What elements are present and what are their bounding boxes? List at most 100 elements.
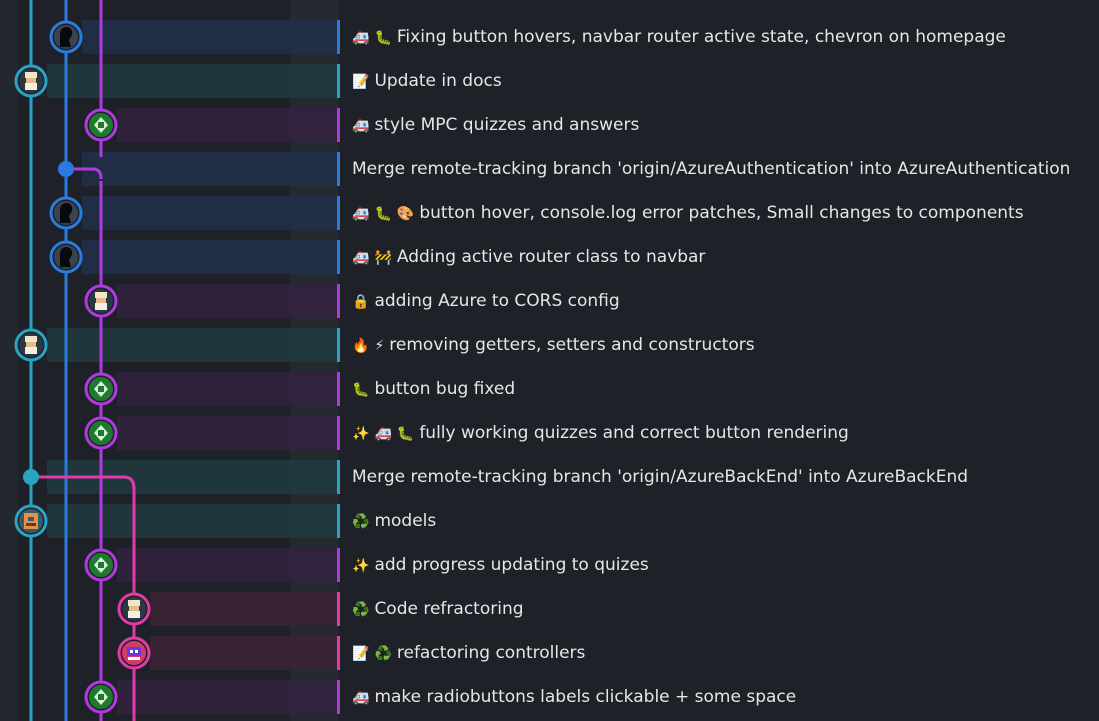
commit-row-accent [337,328,340,362]
commit-row-highlight [150,592,338,626]
commit-row[interactable]: ♻️ models [352,504,1097,538]
pattern-icon [98,430,104,436]
hair-icon [95,292,107,298]
commit-row-accent [337,108,340,142]
commit-row-accent [337,504,340,538]
commit-message: add progress updating to quizes [374,555,649,575]
commit-row-highlight [82,240,338,274]
commit-row[interactable]: ✨ 🚑 🐛 fully working quizzes and correct but… [352,416,1097,450]
commit-message: Merge remote-tracking branch 'origin/Azu… [352,467,969,487]
commit-message: style MPC quizzes and answers [374,115,640,135]
commit-row-highlight [47,64,338,98]
commit-row[interactable]: 📝 ♻️ refactoring controllers [352,636,1097,670]
commit-row-accent [337,284,340,318]
commit-row[interactable]: 🚑 🚧 Adding active router class to navbar [352,240,1097,274]
commit-row-accent [337,64,340,98]
face-icon [26,342,36,347]
gitmoji-icon: 🚑 [352,206,370,222]
gitmoji-icon: 🚑 [352,118,370,134]
commit-message: button bug fixed [374,379,516,399]
gitmoji-icon: 🚑 [352,250,370,266]
commit-row-highlight [82,152,338,186]
commit-message: button hover, console.log error patches,… [419,203,1024,223]
commit-row-accent [337,680,340,714]
commit-row-highlight [117,548,338,582]
commit-row-highlight [117,680,338,714]
hair-icon [25,72,37,78]
gitmoji-icon: 🔒 [352,294,370,310]
pattern-icon [128,657,140,660]
graph-gutter [0,0,18,721]
gitmoji-icon: 🚑 [352,690,370,706]
commit-message: Update in docs [374,71,502,91]
gitmoji-icon: 🐛 [396,426,415,442]
gitmoji-icon: 📝 [352,646,370,662]
pattern-icon [127,647,141,656]
commit-message: make radiobuttons labels clickable + som… [374,687,797,707]
gitmoji-icon: 🔥 [352,338,370,354]
merge-commit-dot [23,469,39,485]
commit-row-accent [337,20,340,54]
gitmoji-icon: ⚡ [374,338,385,354]
commit-row[interactable]: 🐛 button bug fixed [352,372,1097,406]
commit-row[interactable]: Merge remote-tracking branch 'origin/Azu… [352,152,1097,186]
commit-message: Code refractoring [374,599,524,619]
pattern-icon [130,650,133,653]
commit-row-highlight [82,20,338,54]
commit-row-accent [337,196,340,230]
pattern-icon [98,694,104,700]
gitmoji-icon: ✨ [352,558,370,574]
commit-row[interactable]: 🔒 adding Azure to CORS config [352,284,1097,318]
gitmoji-icon: ♻️ [352,514,370,530]
pattern-icon [28,517,34,521]
commit-row-highlight [117,372,338,406]
pattern-icon [26,523,36,526]
pattern-icon [98,122,104,128]
pattern-icon [98,562,104,568]
commit-row-accent [337,460,340,494]
commit-row-highlight [117,108,338,142]
gitmoji-icon: 🚑 [374,426,392,442]
commit-message: refactoring controllers [396,643,586,663]
commit-row[interactable]: 🚑 🐛 Fixing button hovers, navbar router ac… [352,20,1097,54]
gitmoji-icon: ✨ [352,426,370,442]
commit-row-accent [337,592,340,626]
beard-icon [25,83,37,90]
face-icon [96,298,106,303]
commit-row-highlight [82,196,338,230]
commit-row-accent [337,416,340,450]
commit-row[interactable]: 🔥 ⚡ removing getters, setters and construc… [352,328,1097,362]
commit-graph-panel: 🚑 🐛 Fixing button hovers, navbar router ac… [0,0,1099,721]
gitmoji-icon: 📝 [352,74,370,90]
commit-message: removing getters, setters and constructo… [389,335,755,355]
commit-row[interactable]: ✨ add progress updating to quizes [352,548,1097,582]
commit-message: Merge remote-tracking branch 'origin/Azu… [352,159,1071,179]
merge-commit-dot [58,161,74,177]
commit-row-accent [337,636,340,670]
commit-row-highlight [117,284,338,318]
commit-row-accent [337,240,340,274]
gitmoji-icon: ♻️ [374,646,392,662]
commit-message: fully working quizzes and correct button… [419,423,849,443]
gitmoji-icon: 🚧 [374,250,392,266]
gitmoji-icon: 🐛 [374,30,392,46]
hair-icon [25,336,37,342]
commit-row-highlight [47,328,338,362]
gitmoji-icon: 🚑 [352,30,370,46]
pattern-icon [135,650,138,653]
commit-row[interactable]: 🚑 style MPC quizzes and answers [352,108,1097,142]
commit-message: adding Azure to CORS config [374,291,620,311]
gitmoji-icon: 🎨 [396,206,415,222]
commit-row[interactable]: 📝 Update in docs [352,64,1097,98]
commit-row-accent [337,152,340,186]
gitmoji-icon: 🐛 [352,382,370,398]
commit-row[interactable]: 🚑 🐛 🎨 button hover, console.log error patch… [352,196,1097,230]
beard-icon [95,303,107,310]
commit-row[interactable]: 🚑 make radiobuttons labels clickable + so… [352,680,1097,714]
commit-row-highlight [150,636,338,670]
hair-icon [128,600,140,606]
commit-row[interactable]: Merge remote-tracking branch 'origin/Azu… [352,460,1097,494]
commit-row[interactable]: ♻️ Code refractoring [352,592,1097,626]
commit-row-highlight [47,504,338,538]
face-icon [26,78,36,83]
